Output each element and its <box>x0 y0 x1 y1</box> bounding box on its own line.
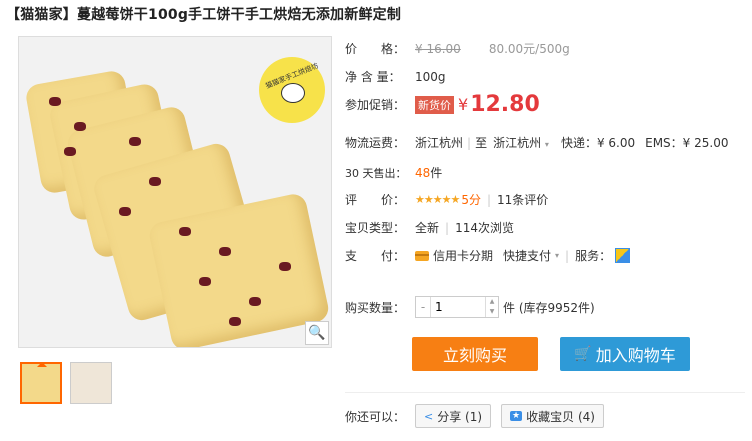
add-to-cart-button[interactable]: 🛒 加入购物车 <box>560 337 690 371</box>
chevron-down-icon[interactable]: ▾ <box>555 251 559 260</box>
favorite-button[interactable]: ★ 收藏宝贝 (4) <box>501 404 604 428</box>
quantity-row: 购买数量： - ▲ ▼ 件 (库存9952件) <box>345 296 595 318</box>
cranberry <box>179 227 191 236</box>
star-icon: ★ <box>510 411 523 421</box>
sold-unit: 件 <box>430 166 443 180</box>
cat-face-icon <box>281 83 305 103</box>
condition: 全新 <box>415 221 440 235</box>
unit-price: 80.00元/500g <box>488 42 570 56</box>
buy-now-label: 立刻购买 <box>442 346 507 365</box>
cranberry <box>199 277 211 286</box>
net-label: 净 含 量： <box>345 70 401 84</box>
quantity-arrows[interactable]: ▲ ▼ <box>485 297 498 317</box>
cranberry <box>279 262 291 271</box>
sold-label: 30 天售出： <box>345 166 407 180</box>
cranberry <box>129 137 141 146</box>
shipping-row: 物流运费： 浙江杭州 | 至 浙江杭州 ▾ 快递：¥ 6.00 EMS：¥ 25… <box>345 134 728 151</box>
share-row: 你还可以： < 分享 (1) ★ 收藏宝贝 (4) <box>345 404 614 428</box>
credit-card-icon <box>415 250 429 261</box>
share-count: 分享 (1) <box>437 409 483 424</box>
sold-count: 48 <box>415 165 431 180</box>
promo-tag: 新货价 <box>415 95 454 114</box>
sold-row: 30 天售出： 48 件 <box>345 164 442 181</box>
rating-stars-icon: ★★★★★ <box>415 193 460 206</box>
divider-bar: | <box>445 220 450 235</box>
favorite-count: 收藏宝贝 (4) <box>526 409 595 424</box>
quantity-input[interactable] <box>431 297 485 317</box>
cranberry <box>249 297 261 306</box>
divider-bar: | <box>565 248 570 263</box>
zoom-icon[interactable]: 🔍 <box>305 321 329 345</box>
payment-row: 支 付： 信用卡分期 快捷支付 ▾ | 服务： <box>345 247 631 264</box>
quantity-minus-button[interactable]: - <box>416 297 431 317</box>
decrement-icon[interactable]: ▼ <box>486 307 498 317</box>
ems-fee: EMS：¥ 25.00 <box>645 136 729 150</box>
express-fee: 快递：¥ 6.00 <box>560 136 636 150</box>
cranberry <box>119 207 131 216</box>
promo-row: 参加促销： 新货价 ¥ 12.80 <box>345 92 540 117</box>
quantity-label: 购买数量： <box>345 300 406 315</box>
yen-symbol: ¥ <box>458 95 469 114</box>
share-button[interactable]: < 分享 (1) <box>415 404 492 428</box>
thumbnail-2[interactable] <box>70 362 112 404</box>
promo-price: 12.80 <box>470 92 540 117</box>
type-row: 宝贝类型： 全新 | 114次浏览 <box>345 219 514 236</box>
cart-icon: 🛒 <box>574 346 592 362</box>
net-content-row: 净 含 量： 100g <box>345 68 446 85</box>
credit-installment[interactable]: 信用卡分期 <box>433 247 493 264</box>
quick-pay[interactable]: 快捷支付 <box>503 247 551 264</box>
quantity-stepper[interactable]: - ▲ ▼ <box>415 296 499 318</box>
cranberry <box>229 317 241 326</box>
payment-label: 支 付： <box>345 249 406 263</box>
divider-bar: | <box>467 135 472 150</box>
promo-label: 参加促销： <box>345 98 406 112</box>
stock-text: 件 (库存9952件) <box>503 300 595 315</box>
price-label: 价 格： <box>345 42 406 56</box>
thumbnail-strip <box>20 362 112 404</box>
increment-icon[interactable]: ▲ <box>486 297 498 307</box>
shipping-label: 物流运费： <box>345 136 406 150</box>
service-label: 服务： <box>575 249 612 263</box>
buy-now-button[interactable]: 立刻购买 <box>412 337 538 371</box>
cranberry <box>219 247 231 256</box>
ship-from: 浙江杭州 <box>415 136 464 150</box>
share-icon: < <box>424 409 434 423</box>
brand-badge-logo: 猫猫家手工烘焙坊 <box>259 57 325 123</box>
ship-to-label: 至 <box>475 136 488 150</box>
cranberry <box>74 122 86 131</box>
rating-row: 评 价： ★★★★★ 5分 | 11条评价 <box>345 191 548 208</box>
net-value: 100g <box>415 69 446 84</box>
type-label: 宝贝类型： <box>345 221 406 235</box>
divider-bar: | <box>486 192 491 207</box>
price-row: 价 格： ¥ 16.00 80.00元/500g <box>345 40 570 57</box>
add-to-cart-label: 加入购物车 <box>595 346 676 365</box>
service-icon[interactable] <box>615 248 631 263</box>
page-title: 【猫猫家】蔓越莓饼干100g手工饼干手工烘焙无添加新鲜定制 <box>6 7 402 23</box>
share-label: 你还可以： <box>345 409 406 424</box>
review-count[interactable]: 11条评价 <box>497 191 548 208</box>
original-price: ¥ 16.00 <box>415 41 461 56</box>
ship-to-select[interactable]: 浙江杭州 ▾ <box>493 134 549 151</box>
thumbnail-1[interactable] <box>20 362 62 404</box>
cranberry <box>149 177 161 186</box>
ship-to: 浙江杭州 <box>493 136 542 150</box>
cranberry <box>64 147 76 156</box>
divider-line <box>345 392 745 393</box>
rating-score: 5分 <box>461 193 481 207</box>
chevron-down-icon: ▾ <box>544 140 549 149</box>
cranberry <box>49 97 61 106</box>
rating-label: 评 价： <box>345 193 406 207</box>
view-count: 114次浏览 <box>455 221 514 235</box>
product-main-image[interactable]: 猫猫家手工烘焙坊 🔍 <box>18 36 332 348</box>
